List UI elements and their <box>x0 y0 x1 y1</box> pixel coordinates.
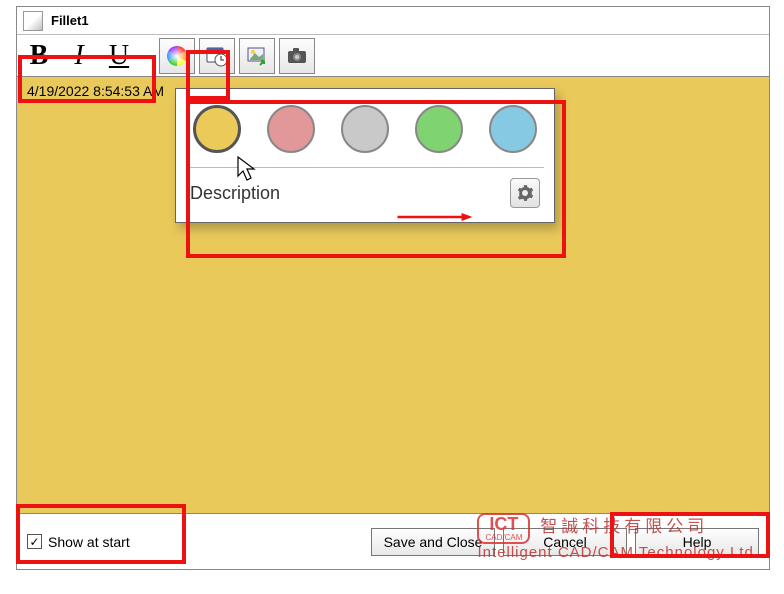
show-at-start-option[interactable]: ✓ Show at start <box>27 534 130 550</box>
color-swatch-row <box>186 97 544 168</box>
cancel-button[interactable]: Cancel <box>503 528 627 556</box>
bold-button[interactable]: B <box>21 38 57 74</box>
color-swatch-gray[interactable] <box>341 105 389 153</box>
help-button[interactable]: Help <box>635 528 759 556</box>
screenshot-button[interactable] <box>279 38 315 74</box>
insert-image-button[interactable] <box>239 38 275 74</box>
description-label: Description <box>190 183 280 204</box>
color-swatch-blue[interactable] <box>489 105 537 153</box>
show-at-start-label: Show at start <box>48 534 130 550</box>
underline-button[interactable]: U <box>101 38 137 74</box>
gear-icon <box>516 184 534 202</box>
color-settings-button[interactable] <box>510 178 540 208</box>
color-swatch-green[interactable] <box>415 105 463 153</box>
color-picker-popup: Description <box>175 88 555 223</box>
color-swatch-pink[interactable] <box>267 105 315 153</box>
image-import-icon <box>246 45 268 67</box>
color-swatch-yellow[interactable] <box>193 105 241 153</box>
titlebar: Fillet1 <box>17 7 769 35</box>
note-icon <box>23 11 43 31</box>
color-picker-button[interactable] <box>159 38 195 74</box>
save-and-close-button[interactable]: Save and Close <box>371 528 495 556</box>
camera-icon <box>286 45 308 67</box>
toolbar: B I U <box>17 35 769 77</box>
color-wheel-icon <box>165 44 189 68</box>
dialog-title: Fillet1 <box>51 13 89 28</box>
show-at-start-checkbox[interactable]: ✓ <box>27 534 42 549</box>
dialog-footer: ✓ Show at start Save and Close Cancel He… <box>17 513 769 569</box>
calendar-clock-icon <box>206 45 228 67</box>
insert-date-button[interactable] <box>199 38 235 74</box>
italic-button[interactable]: I <box>61 38 97 74</box>
